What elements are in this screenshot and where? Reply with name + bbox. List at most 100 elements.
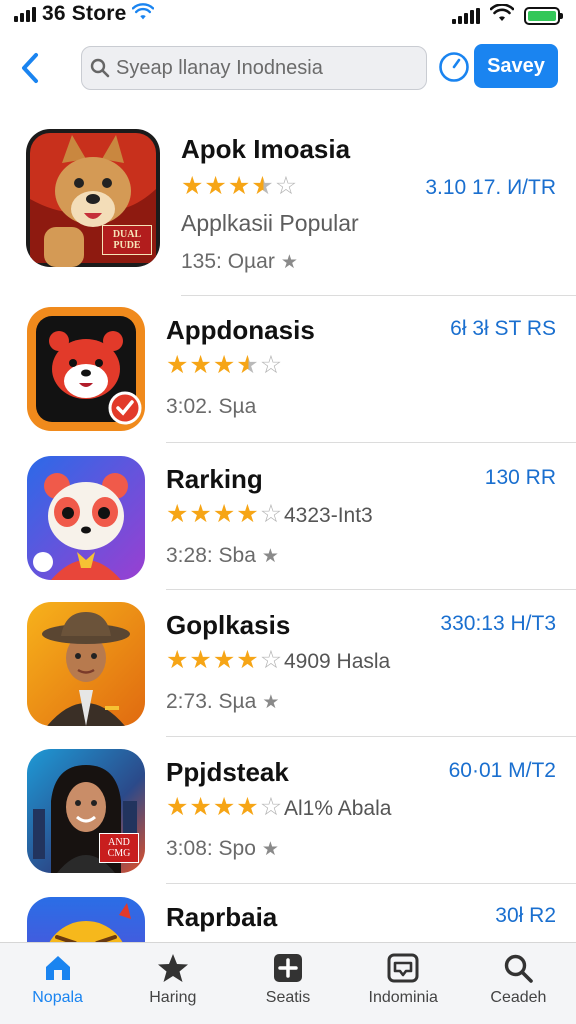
star-rating: ★ ★ ★ ★ ☆: [166, 502, 282, 527]
star-icon: ★: [166, 500, 189, 528]
app-list-item[interactable]: DUAL PUDE Apok Imoasia ★ ★ ★ ★ ☆ 3.10 17. И/…: [0, 118, 576, 296]
app-meta: 2:73. Sµa ★: [166, 690, 279, 714]
emoji-character-app-icon[interactable]: [27, 897, 145, 942]
tab-haring[interactable]: Haring: [115, 943, 230, 1024]
star-icon: [157, 954, 188, 982]
app-list-item[interactable]: AND CMG Ppjdsteak 60·01 M/T2 ★ ★ ★ ★ ☆ Al1% …: [0, 737, 576, 884]
star-icon: ★: [227, 172, 251, 200]
battery-icon: [524, 6, 563, 25]
star-outline-icon: ☆: [259, 500, 283, 528]
plus-square-icon: [274, 954, 302, 982]
tab-ceadeh[interactable]: Ceadeh: [461, 943, 576, 1024]
search-icon: [90, 58, 110, 78]
app-price: 6ł 3ł ST RS: [450, 317, 556, 340]
app-list-item[interactable]: Appdonasis 6ł 3ł ST RS ★ ★ ★ ★ ☆ 3:02. Sµa: [0, 296, 576, 443]
star-icon: ★: [236, 500, 259, 528]
star-icon: ★: [166, 793, 189, 821]
star-icon: ★: [212, 500, 236, 528]
wifi-icon: [132, 2, 155, 26]
clock-button[interactable]: [438, 51, 470, 83]
woman-portrait-app-icon[interactable]: AND CMG: [27, 749, 145, 873]
tab-indominia[interactable]: Indominia: [346, 943, 461, 1024]
app-meta: 3:08: Spo ★: [166, 837, 279, 861]
star-half-icon: ★: [236, 351, 259, 379]
app-list-item[interactable]: Raprbaia 30ł R2: [0, 884, 576, 942]
tab-label: Ceadeh: [490, 989, 547, 1006]
man-in-hat-app-icon[interactable]: [27, 602, 145, 726]
app-icon-badge: DUAL PUDE: [102, 225, 152, 255]
app-name: Goplkasis: [166, 610, 291, 640]
app-meta: 3:02. Sµa: [166, 395, 256, 419]
tab-label: Haring: [149, 989, 197, 1006]
tab-bar: Nopala Haring Seatis Indominia Ceadeh: [0, 942, 576, 1024]
star-icon: ★: [189, 500, 212, 528]
cellular-signal-icon: [14, 6, 36, 22]
tab-seatis[interactable]: Seatis: [230, 943, 345, 1024]
star-outline-icon: ☆: [259, 793, 283, 821]
clock-icon: [439, 52, 469, 82]
star-rating: ★ ★ ★ ★ ☆: [166, 795, 282, 820]
save-button[interactable]: Savey: [474, 44, 558, 88]
rating-count: Al1% Abala: [284, 797, 392, 820]
star-icon: ★: [204, 172, 227, 200]
star-rating: ★ ★ ★ ★ ☆: [166, 648, 282, 673]
app-list-item[interactable]: Rarking 130 RR ★ ★ ★ ★ ☆ 4323-Int3 3:28: Sba…: [0, 443, 576, 590]
home-icon: [45, 956, 70, 980]
app-category: Applkasii Popular: [181, 210, 359, 236]
star-icon: ★: [189, 351, 212, 379]
star-icon: ★: [189, 646, 212, 674]
rating-count: 4323-Int3: [284, 504, 373, 527]
app-price: 30ł R2: [495, 904, 556, 927]
back-button[interactable]: [14, 50, 46, 86]
red-panda-app-icon[interactable]: [27, 307, 145, 431]
tab-label: Nopala: [32, 989, 83, 1006]
app-name: Apok Imoasia: [181, 134, 351, 164]
app-price: 3.10 17. И/TR: [425, 176, 556, 199]
app-list: DUAL PUDE Apok Imoasia ★ ★ ★ ★ ☆ 3.10 17. И/…: [0, 118, 576, 942]
app-icon-badge: AND CMG: [99, 833, 139, 863]
star-outline-icon: ☆: [259, 351, 283, 379]
star-outline-icon: ☆: [274, 172, 298, 200]
app-name: Appdonasis: [166, 315, 315, 345]
status-bar: 36 Store: [0, 0, 576, 28]
chevron-left-icon: [22, 53, 38, 83]
search-input[interactable]: [116, 56, 416, 80]
carrier-label: 36 Store: [42, 2, 127, 25]
star-icon: ★: [212, 646, 236, 674]
star-rating: ★ ★ ★ ★ ☆: [181, 174, 297, 199]
app-meta: 3:28: Sba ★: [166, 544, 279, 568]
tab-label: Seatis: [265, 989, 311, 1006]
star-half-icon: ★: [251, 172, 274, 200]
search-icon: [505, 954, 534, 983]
star-icon: ★: [261, 545, 279, 567]
app-meta-text: 135: Oµar: [181, 250, 275, 273]
star-icon: ★: [212, 793, 236, 821]
rating-count: 4909 Hasla: [284, 650, 391, 673]
app-price: 60·01 M/T2: [448, 759, 556, 782]
search-field[interactable]: [81, 46, 427, 90]
app-name: Ppjdsteak: [166, 757, 289, 787]
navigation-bar: Savey: [0, 38, 576, 98]
star-icon: ★: [236, 646, 259, 674]
shiba-dog-app-icon[interactable]: DUAL PUDE: [26, 129, 160, 267]
app-list-item[interactable]: Goplkasis 330:13 H/T3 ★ ★ ★ ★ ☆ 4909 Hasla 2…: [0, 590, 576, 737]
app-price: 130 RR: [484, 466, 556, 489]
cellular-signal-icon: [452, 7, 480, 24]
star-outline-icon: ☆: [259, 646, 283, 674]
panda-mascot-app-icon[interactable]: [27, 456, 145, 580]
star-rating: ★ ★ ★ ★ ☆: [166, 353, 282, 378]
wifi-icon: [489, 3, 515, 27]
app-meta-text: 2:73. Sµa: [166, 690, 257, 713]
star-icon: ★: [189, 793, 212, 821]
star-icon: ★: [261, 838, 279, 860]
app-meta-text: 3:08: Spo: [166, 837, 256, 860]
star-icon: ★: [166, 646, 189, 674]
star-icon: ★: [166, 351, 189, 379]
star-icon: ★: [181, 172, 204, 200]
app-meta-text: 3:28: Sba: [166, 544, 256, 567]
app-price: 330:13 H/T3: [440, 612, 556, 635]
app-name: Rarking: [166, 464, 263, 494]
tab-label: Indominia: [368, 989, 438, 1006]
tab-nopala[interactable]: Nopala: [0, 943, 115, 1024]
star-icon: ★: [236, 793, 259, 821]
